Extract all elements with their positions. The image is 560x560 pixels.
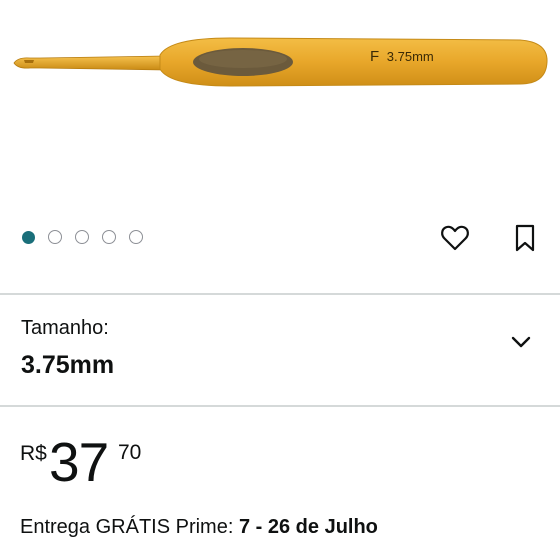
product-image[interactable]: F 3.75mm — [0, 0, 560, 215]
carousel-dot-4[interactable] — [102, 230, 116, 244]
carousel-dot-1[interactable] — [22, 230, 35, 244]
price-currency: R$ — [20, 442, 47, 465]
delivery-info: Entrega GRÁTIS Prime: 7 - 26 de Julho — [20, 516, 378, 539]
hook-size-label: F 3.75mm — [370, 48, 434, 65]
chevron-down-icon — [511, 336, 531, 348]
delivery-dates: 7 - 26 de Julho — [238, 516, 378, 538]
hook-letter: F — [370, 48, 380, 65]
hook-tip — [24, 60, 34, 63]
save-button[interactable] — [509, 222, 541, 254]
crochet-hook-illustration — [13, 37, 548, 87]
size-value: 3.75mm — [21, 351, 115, 379]
carousel-dot-5[interactable] — [129, 230, 143, 244]
carousel-dots — [22, 229, 143, 245]
price-whole: 37 — [49, 431, 109, 493]
carousel-dot-3[interactable] — [75, 230, 89, 244]
size-caption: Tamanho: — [21, 317, 109, 339]
divider — [0, 405, 560, 407]
delivery-text: Entrega GRÁTIS Prime: — [20, 516, 239, 538]
heart-icon — [441, 225, 469, 251]
bookmark-icon — [515, 224, 535, 252]
hook-size-text: 3.75mm — [386, 49, 434, 64]
price-cents: 70 — [118, 441, 142, 464]
carousel-dot-2[interactable] — [48, 230, 62, 244]
favorite-button[interactable] — [439, 222, 471, 254]
size-selector[interactable]: Tamanho: 3.75mm — [0, 295, 560, 405]
hook-shaft — [13, 55, 166, 71]
